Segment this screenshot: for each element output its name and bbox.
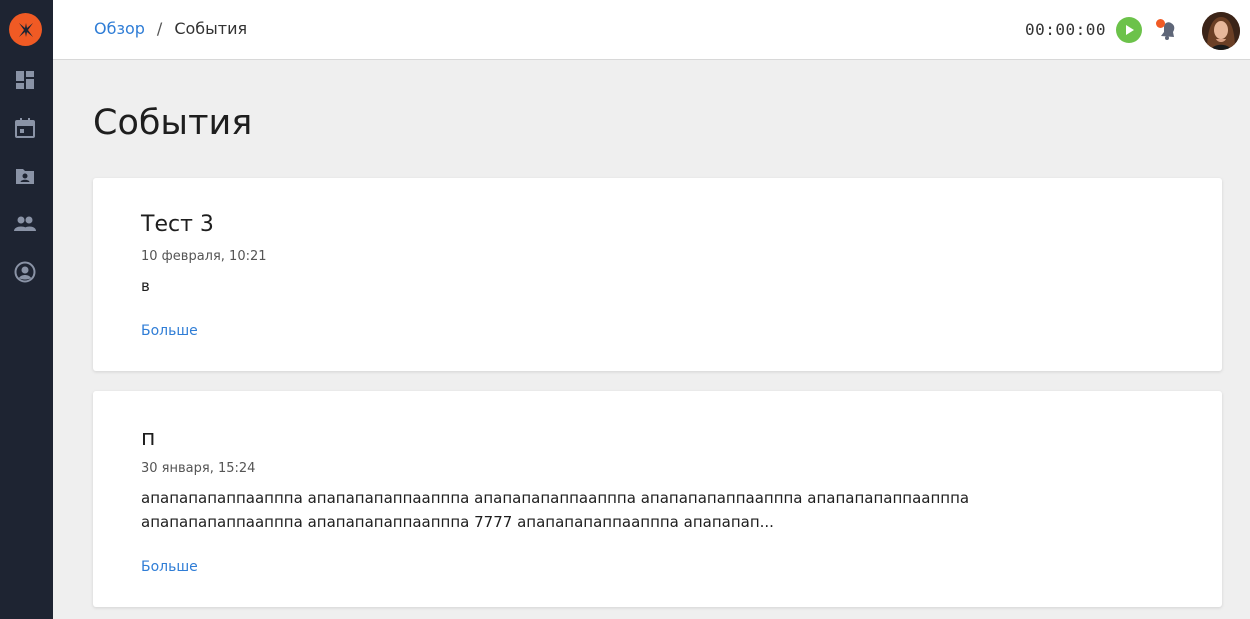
sidebar-item-dashboard[interactable] [13, 68, 37, 92]
calendar-icon [15, 118, 35, 138]
dashboard-icon [16, 71, 34, 89]
event-date: 30 января, 15:24 [141, 461, 256, 476]
app-logo[interactable] [9, 13, 42, 46]
sidebar-item-account[interactable] [13, 260, 37, 284]
breadcrumb: Обзор / События [94, 19, 247, 39]
breadcrumb-home-link[interactable]: Обзор [94, 19, 145, 39]
sidebar-item-contacts[interactable] [13, 164, 37, 188]
timer-play-button[interactable] [1116, 17, 1142, 43]
people-icon [14, 216, 36, 231]
contacts-folder-icon [16, 169, 34, 184]
avatar-photo-icon [1202, 12, 1240, 50]
notification-badge [1156, 19, 1165, 28]
event-more-link[interactable]: Больше [141, 558, 198, 576]
event-title: Тест 3 [141, 212, 214, 237]
top-bar: Обзор / События 00:00:00 [53, 0, 1250, 60]
event-card: Тест 3 10 февраля, 10:21 в Больше [93, 178, 1222, 371]
breadcrumb-current: События [174, 19, 248, 38]
play-icon [1126, 25, 1134, 35]
event-description: апапапапаппаапппа апапапапаппаапппа апап… [141, 489, 970, 531]
event-date: 10 февраля, 10:21 [141, 249, 267, 264]
account-circle-icon [14, 261, 36, 283]
event-title: п [141, 426, 156, 451]
user-avatar[interactable] [1202, 12, 1240, 50]
event-card: п 30 января, 15:24 апапапапаппаапппа апа… [93, 391, 1222, 607]
breadcrumb-separator: / [156, 19, 163, 38]
event-description: в [141, 277, 150, 295]
event-more-link[interactable]: Больше [141, 322, 198, 340]
sidebar-item-people[interactable] [13, 212, 37, 236]
time-tracker-display: 00:00:00 [1025, 20, 1107, 39]
sidebar-item-calendar[interactable] [13, 116, 37, 140]
logo-icon [18, 22, 33, 37]
notifications-button[interactable] [1155, 17, 1179, 43]
sidebar [0, 0, 53, 619]
page-title: События [93, 103, 253, 143]
